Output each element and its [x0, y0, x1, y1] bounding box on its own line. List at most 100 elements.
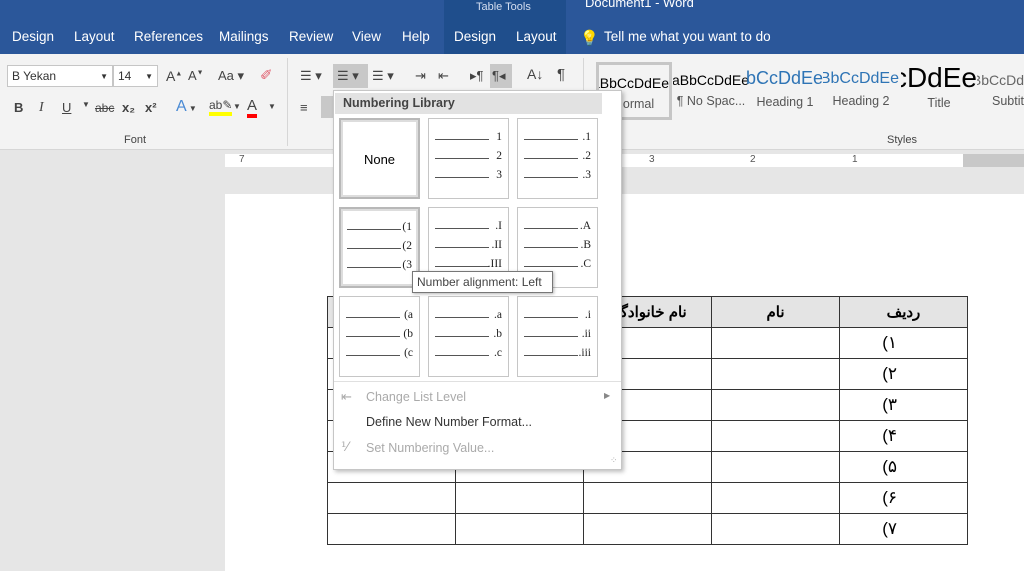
- divider: [334, 381, 621, 382]
- resize-grip-icon[interactable]: ⁘: [610, 455, 618, 466]
- style-heading-1[interactable]: AaBbCcDdEe Heading 1: [747, 62, 823, 120]
- table-cell[interactable]: [583, 482, 712, 514]
- style-no-spacing[interactable]: AaBbCcDdEe ¶ No Spac...: [673, 62, 749, 120]
- numbering-format-option[interactable]: (a (b (c: [339, 296, 420, 377]
- tab-review[interactable]: Review: [289, 29, 333, 44]
- table-cell[interactable]: [711, 389, 840, 421]
- numbering-format-option[interactable]: (1 (2 (3: [339, 207, 420, 288]
- superscript-button[interactable]: x²: [145, 100, 157, 115]
- number-label: .iii: [578, 347, 591, 359]
- tab-mailings[interactable]: Mailings: [219, 29, 269, 44]
- style-preview: AaBbCcDdEe: [823, 70, 899, 87]
- tab-references[interactable]: References: [134, 29, 203, 44]
- font-color-dropdown-icon[interactable]: ▼: [268, 102, 276, 111]
- table-cell[interactable]: (۵: [839, 451, 968, 483]
- style-title[interactable]: AaBbCcDdEe Title: [901, 62, 977, 120]
- numbering-none-option[interactable]: None: [339, 118, 420, 199]
- table-cell[interactable]: [711, 482, 840, 514]
- strikethrough-button[interactable]: abc: [95, 101, 114, 115]
- set-numbering-value-item[interactable]: Set Numbering Value...: [366, 441, 494, 455]
- numbering-library-header: Numbering Library: [335, 93, 602, 114]
- number-label: .ii: [581, 328, 591, 340]
- table-cell[interactable]: [711, 358, 840, 390]
- table-cell[interactable]: [327, 513, 456, 545]
- shrink-font-icon[interactable]: A▼: [188, 68, 204, 83]
- tab-view[interactable]: View: [352, 29, 381, 44]
- tooltip: Number alignment: Left: [412, 271, 553, 293]
- italic-button[interactable]: I: [39, 100, 44, 116]
- table-cell[interactable]: [711, 420, 840, 452]
- style-subtitle[interactable]: AaBbCcDd Subtitle: [977, 62, 1024, 120]
- ruler-margin: [963, 154, 1024, 167]
- show-marks-icon[interactable]: ¶: [557, 66, 565, 83]
- tab-layout[interactable]: Layout: [74, 29, 115, 44]
- line-placeholder: [435, 317, 489, 318]
- change-list-level-item[interactable]: Change List Level: [366, 390, 466, 404]
- table-cell[interactable]: [711, 513, 840, 545]
- underline-button[interactable]: U: [62, 100, 71, 115]
- define-new-number-format-item[interactable]: Define New Number Format...: [366, 415, 532, 429]
- subscript-button[interactable]: x₂: [122, 100, 135, 115]
- align-left-icon[interactable]: ≡: [300, 100, 308, 115]
- number-label: (1: [402, 221, 412, 233]
- font-size-value: 14: [118, 69, 132, 83]
- table-header-cell[interactable]: نام: [711, 296, 840, 328]
- bold-button[interactable]: B: [14, 100, 23, 115]
- tell-me-search[interactable]: Tell me what you want to do: [604, 29, 771, 44]
- font-name-select[interactable]: B Yekan ▼: [7, 65, 113, 87]
- table-cell[interactable]: [455, 513, 584, 545]
- line-placeholder: [435, 139, 489, 140]
- tab-design[interactable]: Design: [12, 29, 54, 44]
- multilevel-list-icon[interactable]: ☰ ▾: [372, 68, 394, 84]
- submenu-arrow-icon: ▶: [604, 391, 611, 400]
- table-cell[interactable]: (۷: [839, 513, 968, 545]
- grow-font-icon[interactable]: A▲: [166, 68, 182, 84]
- text-effects-icon[interactable]: A ▼: [176, 98, 197, 116]
- number-label: .3: [582, 169, 591, 181]
- table-cell[interactable]: (۱: [839, 327, 968, 359]
- table-cell[interactable]: [327, 482, 456, 514]
- line-placeholder: [524, 228, 578, 229]
- document-title: Document1 - Word: [585, 0, 694, 10]
- bullets-icon[interactable]: ☰ ▾: [300, 68, 322, 84]
- table-cell[interactable]: (۳: [839, 389, 968, 421]
- change-case-button[interactable]: Aa ▾: [218, 68, 244, 84]
- lightbulb-icon: 💡: [580, 30, 599, 47]
- table-cell[interactable]: [711, 327, 840, 359]
- style-heading-2[interactable]: AaBbCcDdEe Heading 2: [823, 62, 899, 120]
- tab-table-design[interactable]: Design: [454, 29, 496, 44]
- numbering-format-option[interactable]: .1 .2 .3: [517, 118, 598, 199]
- table-cell[interactable]: [711, 451, 840, 483]
- underline-dropdown-icon[interactable]: ▼: [82, 100, 90, 109]
- numbering-icon[interactable]: ☰ ▾: [333, 64, 368, 88]
- table-cell[interactable]: (۴: [839, 420, 968, 452]
- tab-help[interactable]: Help: [402, 29, 430, 44]
- table-cell[interactable]: (۶: [839, 482, 968, 514]
- style-preview: AaBbCcDdEe: [901, 62, 977, 93]
- number-label: .C: [580, 258, 591, 270]
- ltr-icon[interactable]: ▸¶: [470, 68, 484, 84]
- clear-formatting-icon[interactable]: ✐: [260, 66, 273, 84]
- font-size-select[interactable]: 14 ▼: [113, 65, 158, 87]
- change-level-icon: ⇤: [341, 389, 352, 404]
- table-header-cell[interactable]: ردیف: [839, 296, 968, 328]
- tab-table-layout[interactable]: Layout: [516, 29, 557, 44]
- highlight-icon[interactable]: ab✎: [209, 98, 233, 116]
- number-label: .a: [494, 309, 502, 321]
- font-color-icon[interactable]: A: [247, 97, 258, 118]
- style-preview: AaBbCcDdEe: [599, 75, 669, 91]
- table-cell[interactable]: [455, 482, 584, 514]
- line-placeholder: [524, 266, 578, 267]
- numbering-format-option[interactable]: 1 2 3: [428, 118, 509, 199]
- rtl-icon[interactable]: ¶◂: [490, 64, 512, 88]
- table-cell[interactable]: [583, 513, 712, 545]
- line-placeholder: [347, 267, 401, 268]
- numbering-format-option[interactable]: .i .ii .iii: [517, 296, 598, 377]
- number-label: .i: [584, 309, 591, 321]
- numbering-format-option[interactable]: .a .b .c: [428, 296, 509, 377]
- table-cell[interactable]: (۲: [839, 358, 968, 390]
- highlight-dropdown-icon[interactable]: ▼: [233, 102, 241, 111]
- increase-indent-icon[interactable]: ⇤: [438, 68, 449, 84]
- sort-icon[interactable]: A↓: [527, 66, 543, 82]
- decrease-indent-icon[interactable]: ⇥: [415, 68, 426, 84]
